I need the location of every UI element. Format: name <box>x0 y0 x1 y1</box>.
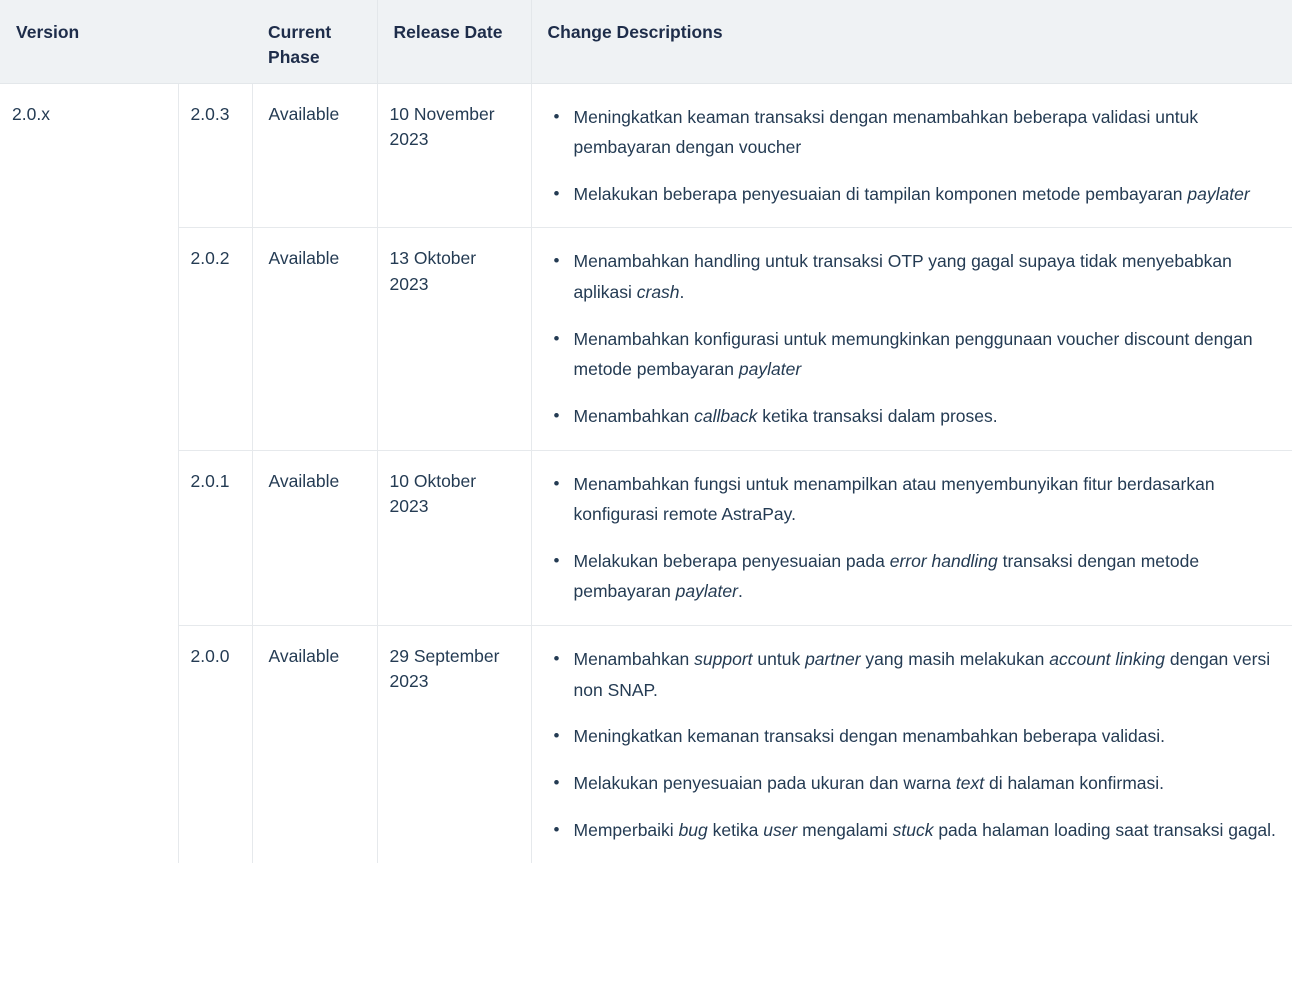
table-row: 2.0.x2.0.3Available10 November 2023Menin… <box>0 83 1292 864</box>
emphasized-term: bug <box>678 819 708 840</box>
emphasized-term: paylater <box>675 581 738 602</box>
change-description-item: Menambahkan callback ketika transaksi da… <box>554 401 1285 432</box>
change-description-item: Meningkatkan keaman transaksi dengan men… <box>554 102 1285 163</box>
cell-version-group: 2.0.x <box>0 83 179 864</box>
column-header-release-date: Release Date <box>377 0 532 84</box>
change-description-item: Menambahkan handling untuk transaksi OTP… <box>554 246 1285 307</box>
cell-current-phase: Available <box>252 83 378 228</box>
change-description-item: Menambahkan fungsi untuk menampilkan ata… <box>554 469 1285 530</box>
cell-subversion: 2.0.2 <box>178 227 253 450</box>
change-description-list: Meningkatkan keaman transaksi dengan men… <box>546 102 1285 210</box>
cell-current-phase: Available <box>252 449 378 626</box>
emphasized-term: text <box>955 772 985 793</box>
table-row: 2.0.2Available13 Oktober 2023 Menambahkan… <box>0 227 1292 450</box>
change-description-item: Melakukan penyesuaian pada ukuran dan wa… <box>554 768 1285 799</box>
emphasized-term: user <box>763 819 798 840</box>
change-description-item: Menambahkan konfigurasi untuk memungkink… <box>554 324 1285 385</box>
cell-change-descriptions: Menambahkan handling untuk transaksi OTP… <box>531 227 1292 450</box>
emphasized-term: support <box>694 649 753 669</box>
emphasized-term: partner <box>805 649 861 669</box>
emphasized-term: callback <box>694 405 758 426</box>
emphasized-term: account linking <box>1049 649 1166 669</box>
emphasized-term: stuck <box>892 819 934 840</box>
table-row: 2.0.1Available10 Oktober 2023 Menambahkan… <box>0 449 1292 626</box>
change-description-list: Menambahkan handling untuk transaksi OTP… <box>546 246 1285 431</box>
cell-release-date: 10 Oktober 2023 <box>377 449 532 626</box>
change-description-list: Menambahkan support untuk partner yang m… <box>546 644 1285 845</box>
cell-current-phase: Available <box>252 227 378 450</box>
cell-subversion: 2.0.1 <box>178 449 253 626</box>
table-header-row: Version Current Phase Release Date Chang… <box>0 0 1292 84</box>
table-row: 2.0.0Available29 September 2023 Menambahk… <box>0 625 1292 864</box>
emphasized-term: crash <box>636 282 680 302</box>
cell-subversion: 2.0.3 <box>178 83 253 228</box>
change-description-item: Melakukan beberapa penyesuaian pada erro… <box>554 546 1285 607</box>
emphasized-term: paylater <box>1187 183 1250 204</box>
cell-release-date: 10 November 2023 <box>377 83 532 228</box>
change-description-item: Memperbaiki bug ketika user mengalami st… <box>554 815 1285 846</box>
cell-release-date: 13 Oktober 2023 <box>377 227 532 450</box>
change-description-item: Menambahkan support untuk partner yang m… <box>554 644 1285 705</box>
emphasized-term: error handling <box>889 550 998 571</box>
column-header-current-phase: Current Phase <box>252 0 378 84</box>
emphasized-term: paylater <box>738 359 802 380</box>
change-description-item: Meningkatkan kemanan transaksi dengan me… <box>554 721 1285 752</box>
version-changelog-table: Version Current Phase Release Date Chang… <box>0 0 1292 864</box>
table-body: 2.0.x2.0.3Available10 November 2023Menin… <box>0 83 1292 864</box>
column-header-version: Version <box>0 0 253 84</box>
change-description-item: Melakukan beberapa penyesuaian di tampil… <box>554 179 1285 210</box>
cell-current-phase: Available <box>252 625 378 864</box>
cell-subversion: 2.0.0 <box>178 625 253 864</box>
table-header: Version Current Phase Release Date Chang… <box>0 0 1292 84</box>
cell-change-descriptions: Meningkatkan keaman transaksi dengan men… <box>531 83 1292 228</box>
cell-change-descriptions: Menambahkan fungsi untuk menampilkan ata… <box>531 449 1292 626</box>
column-header-change-descriptions: Change Descriptions <box>531 0 1292 84</box>
change-description-list: Menambahkan fungsi untuk menampilkan ata… <box>546 469 1285 608</box>
cell-change-descriptions: Menambahkan support untuk partner yang m… <box>531 625 1292 864</box>
cell-release-date: 29 September 2023 <box>377 625 532 864</box>
